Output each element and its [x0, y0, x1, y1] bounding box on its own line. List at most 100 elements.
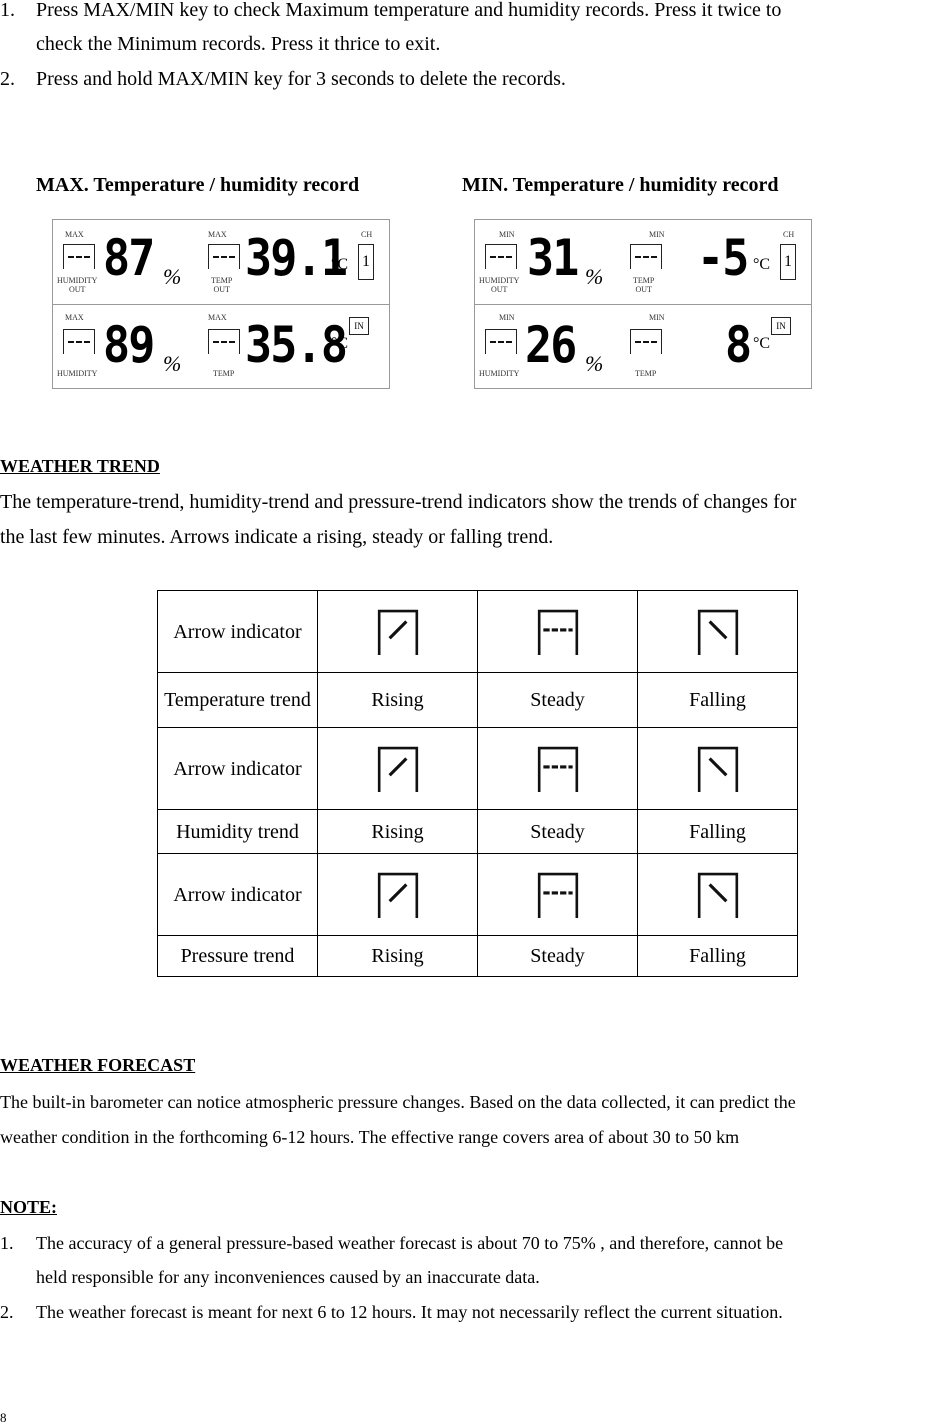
lcd-max-display: MAX HUMIDITY OUT 87 % MAX TEMP OUT 39.1 °C…: [52, 219, 390, 389]
list-text: The weather forecast is meant for next 6…: [36, 1302, 783, 1322]
indoor-house-icon: IN: [349, 317, 369, 335]
channel-value: 1: [358, 244, 374, 280]
temp-out-icon: [630, 244, 662, 269]
max-label: MAX: [208, 230, 227, 239]
note-heading: NOTE:: [0, 1197, 58, 1217]
max-label: MAX: [65, 313, 84, 322]
list-text: Press MAX/MIN key to check Maximum tempe…: [36, 0, 782, 21]
trend-value: Rising: [317, 809, 478, 854]
list-number: 1.: [0, 0, 15, 21]
list-text: held responsible for any inconveniences …: [36, 1267, 540, 1287]
trend-label: Pressure trend: [157, 935, 318, 977]
weather-trend-heading: WEATHER TREND: [0, 456, 160, 476]
lcd-min-display: MIN HUMIDITY OUT 31 % MIN TEMP OUT -5 °C C…: [474, 219, 812, 389]
percent-unit: %: [163, 264, 182, 289]
indoor-house-icon: IN: [771, 317, 791, 335]
indicator-cell: [317, 727, 478, 810]
min-record-caption: MIN. Temperature / humidity record: [462, 174, 779, 196]
weather-forecast-text: weather condition in the forthcoming 6-1…: [0, 1127, 740, 1147]
percent-unit: %: [163, 351, 182, 376]
temp-out-label: TEMP OUT: [211, 276, 233, 294]
trend-label: Temperature trend: [157, 672, 318, 728]
indicator-label: Arrow indicator: [157, 853, 318, 936]
trend-value: Steady: [477, 672, 638, 728]
weather-trend-text: the last few minutes. Arrows indicate a …: [0, 526, 554, 548]
weather-trend-text: The temperature-trend, humidity-trend an…: [0, 491, 797, 513]
trend-value: Falling: [637, 935, 798, 977]
indicator-row: Arrow indicator: [157, 727, 798, 810]
indicator-cell: [637, 727, 798, 810]
list-number: 2.: [0, 1302, 14, 1322]
max-label: MAX: [208, 313, 227, 322]
indicator-cell: [477, 590, 638, 673]
list-number: 2.: [0, 68, 15, 90]
arrow-steady-icon: [537, 872, 578, 918]
channel-value: 1: [780, 244, 796, 280]
trend-value: Steady: [477, 809, 638, 854]
trend-table: Arrow indicator Temperature trend Rising St…: [157, 590, 798, 977]
list-text: Press and hold MAX/MIN key for 3 seconds…: [36, 68, 566, 90]
indicator-cell: [637, 590, 798, 673]
min-humidity-in-value: 26: [525, 316, 577, 374]
indicator-label: Arrow indicator: [157, 727, 318, 810]
arrow-rising-icon: [377, 609, 418, 655]
trend-row: Pressure trend Rising Steady Falling: [157, 935, 798, 977]
trend-value: Falling: [637, 672, 798, 728]
trend-row: Temperature trend Rising Steady Falling: [157, 672, 798, 728]
arrow-rising-icon: [377, 872, 418, 918]
trend-value: Steady: [477, 935, 638, 977]
page-number: 8: [0, 1410, 7, 1425]
indicator-row: Arrow indicator: [157, 853, 798, 936]
temp-in-icon: [208, 329, 240, 354]
trend-row: Humidity trend Rising Steady Falling: [157, 809, 798, 854]
arrow-falling-icon: [697, 609, 738, 655]
indicator-row: Arrow indicator: [157, 590, 798, 673]
indicator-cell: [637, 853, 798, 936]
min-label: MIN: [649, 230, 665, 239]
channel-label: CH: [783, 230, 795, 239]
manual-page: 1. Press MAX/MIN key to check Maximum te…: [0, 0, 952, 1427]
celsius-unit: °C: [753, 256, 771, 273]
temp-label: TEMP: [213, 369, 235, 378]
arrow-rising-icon: [377, 746, 418, 792]
trend-value: Rising: [317, 672, 478, 728]
humidity-in-icon: [63, 329, 95, 354]
list-text: The accuracy of a general pressure-based…: [36, 1233, 784, 1253]
max-humidity-in-value: 89: [103, 316, 155, 374]
humidity-in-icon: [485, 329, 517, 354]
min-humidity-out-value: 31: [527, 229, 579, 287]
indicator-cell: [477, 853, 638, 936]
min-label: MIN: [499, 230, 515, 239]
arrow-falling-icon: [697, 872, 738, 918]
humidity-out-label: HUMIDITY OUT: [479, 276, 520, 294]
weather-forecast-heading: WEATHER FORECAST: [0, 1055, 196, 1075]
humidity-label: HUMIDITY: [57, 369, 98, 378]
list-text: check the Minimum records. Press it thri…: [36, 33, 441, 55]
list-number: 1.: [0, 1233, 14, 1253]
indicator-label: Arrow indicator: [157, 590, 318, 673]
max-humidity-out-value: 87: [103, 229, 155, 287]
humidity-out-icon: [63, 244, 95, 269]
min-label: MIN: [499, 313, 515, 322]
celsius-unit: °C: [753, 335, 771, 352]
trend-value: Falling: [637, 809, 798, 854]
max-label: MAX: [65, 230, 84, 239]
min-temp-out-value: -5: [697, 229, 749, 287]
temp-out-label: TEMP OUT: [633, 276, 655, 294]
trend-label: Humidity trend: [157, 809, 318, 854]
channel-label: CH: [361, 230, 373, 239]
indicator-cell: [477, 727, 638, 810]
temp-in-icon: [630, 329, 662, 354]
arrow-steady-icon: [537, 746, 578, 792]
temp-out-icon: [208, 244, 240, 269]
weather-forecast-text: The built-in barometer can notice atmosp…: [0, 1092, 796, 1112]
indicator-cell: [317, 590, 478, 673]
humidity-out-icon: [485, 244, 517, 269]
min-temp-in-value: 8: [725, 316, 752, 374]
percent-unit: %: [585, 351, 604, 376]
celsius-unit: °C: [331, 256, 349, 273]
temp-label: TEMP: [635, 369, 657, 378]
celsius-unit: °C: [331, 335, 349, 352]
min-label: MIN: [649, 313, 665, 322]
indicator-cell: [317, 853, 478, 936]
